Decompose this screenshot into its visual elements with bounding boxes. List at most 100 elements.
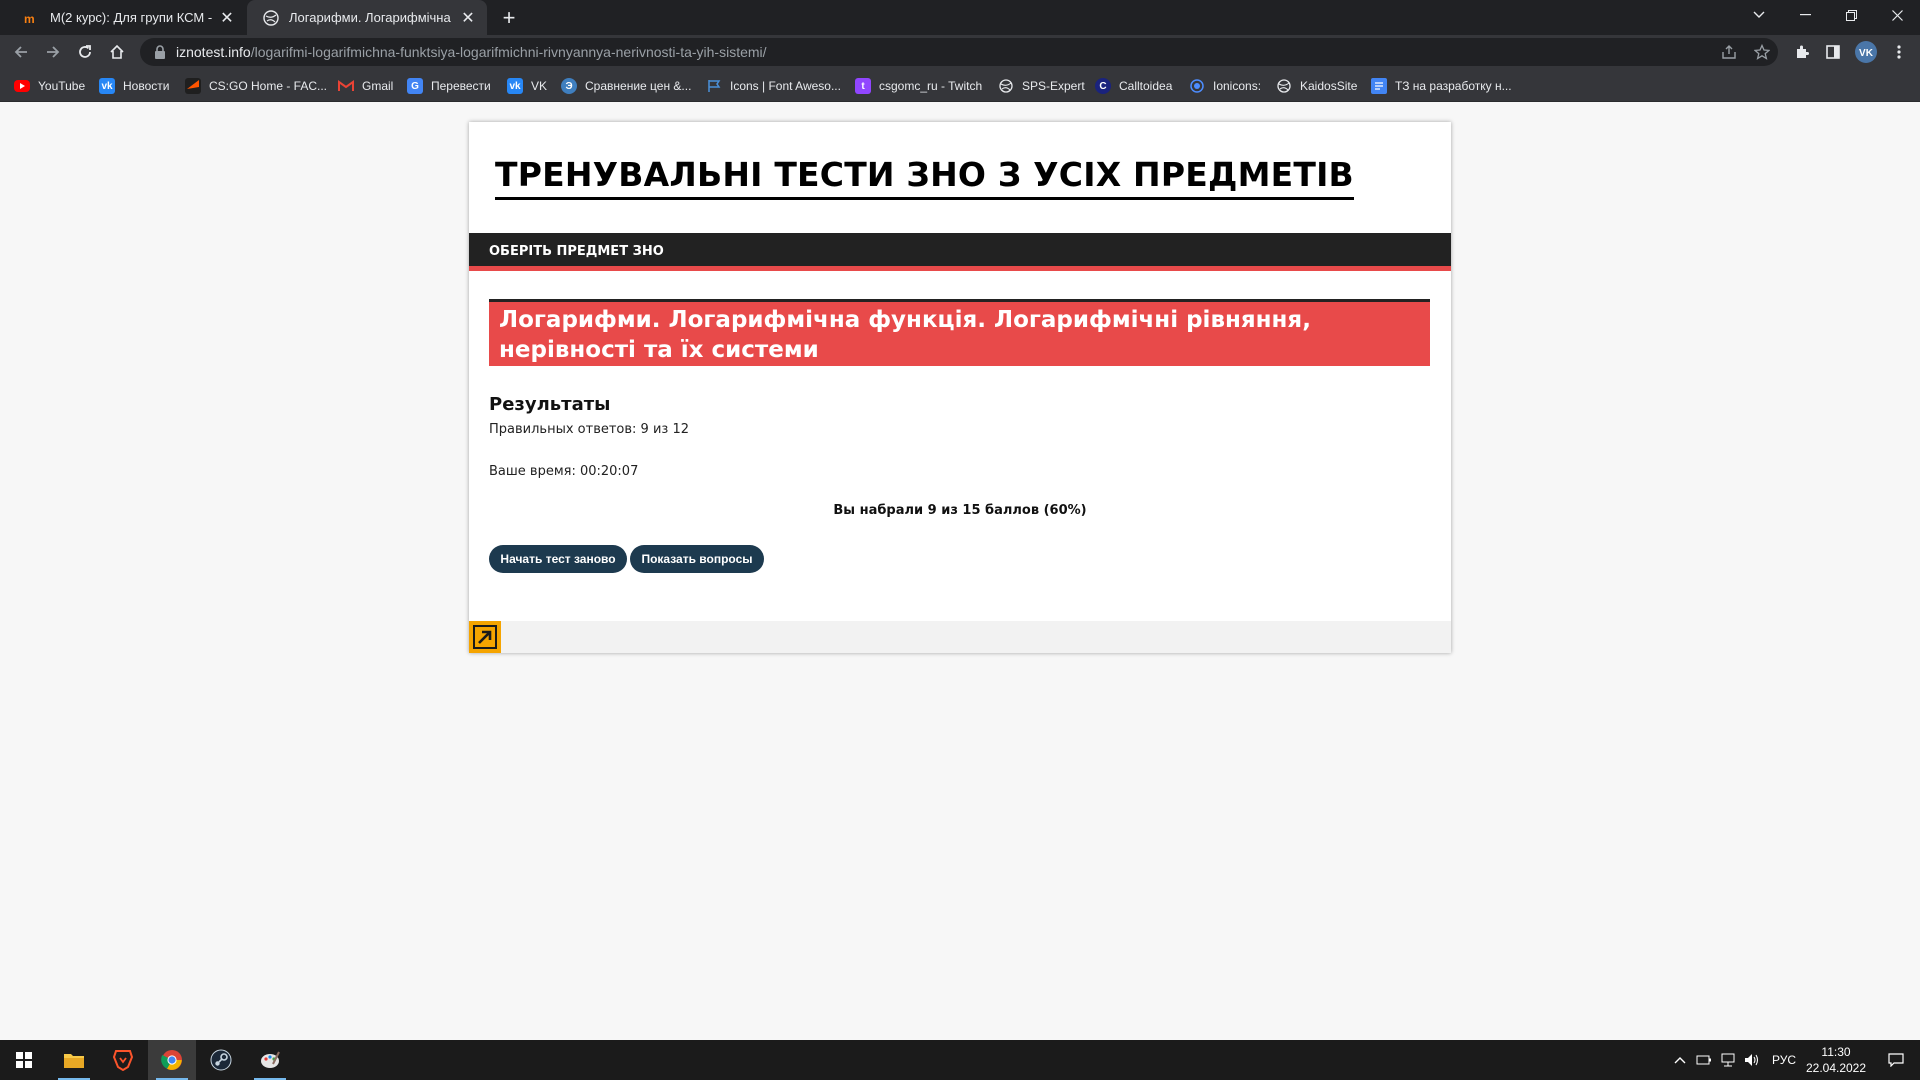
show-hidden-icons[interactable] [1668,1040,1692,1080]
close-icon[interactable]: ✕ [459,9,477,27]
show-questions-button[interactable]: Показать вопросы [630,545,764,573]
translate-icon: G [407,78,423,94]
globe-icon [263,9,279,26]
forward-button[interactable] [40,39,66,65]
bookmark-label: Новости [123,79,170,93]
brave-icon[interactable] [99,1040,147,1080]
close-icon[interactable]: ✕ [218,9,236,27]
reload-button[interactable] [72,39,98,65]
choose-subject-link[interactable]: ОБЕРІТЬ ПРЕДМЕТ ЗНО [489,244,664,259]
site-title[interactable]: ТРЕНУВАЛЬНІ ТЕСТИ ЗНО З УСІХ ПРЕДМЕТІВ [495,155,1354,200]
test-heading: Логарифми. Логарифмічна функція. Логариф… [489,299,1430,366]
menu-icon[interactable] [1886,39,1912,65]
docs-icon [1371,78,1387,94]
twitch-icon: t [855,78,871,94]
minimize-button[interactable] [1782,0,1828,30]
bookmark-fontawesome[interactable]: Icons | Font Aweso... [706,76,841,96]
bookmark-price-compare[interactable]: Э Сравнение цен &... [561,76,691,96]
bookmark-calltoidea[interactable]: C Calltoidea [1095,76,1172,96]
bookmark-tz-docs[interactable]: ТЗ на разработку н... [1371,76,1512,96]
bookmark-ionicons[interactable]: Ionicons: [1189,76,1261,96]
address-bar[interactable]: iznotest.info/logarifmi-logarifmichna-fu… [140,38,1778,66]
bookmark-label: SPS-Expert [1022,79,1085,93]
page-viewport: ТРЕНУВАЛЬНІ ТЕСТИ ЗНО З УСІХ ПРЕДМЕТІВ О… [0,102,1920,1040]
vk-extension-icon[interactable]: VK [1853,39,1879,65]
tab-search-icon[interactable] [1736,0,1782,30]
ionicons-icon [1189,78,1205,94]
url-path: /logarifmi-logarifmichna-funktsiya-logar… [250,44,767,60]
bookmark-translate[interactable]: G Перевести [407,76,491,96]
moodle-icon: m [24,10,40,26]
network-icon[interactable] [1718,1040,1738,1080]
expand-arrow-icon[interactable] [469,621,501,653]
bookmark-label: VK [531,79,548,93]
bookmark-label: ТЗ на разработку н... [1395,79,1512,93]
bookmark-twitch[interactable]: t csgomc_ru - Twitch [855,76,982,96]
bookmark-label: Ionicons: [1213,79,1262,93]
bookmark-label: csgomc_ru - Twitch [879,79,983,93]
bookmark-gmail[interactable]: Gmail [338,76,393,96]
tab-title: Логарифми. Логарифмічна фун [289,10,453,25]
price-icon: Э [561,78,577,94]
bookmark-sps-expert[interactable]: SPS-Expert [998,76,1085,96]
score-summary: Вы набрали 9 из 15 баллов (60%) [833,503,1087,518]
faceit-icon [185,78,201,94]
language-indicator[interactable]: РУС [1766,1040,1802,1080]
paint-icon[interactable] [246,1040,294,1080]
bookmark-youtube[interactable]: YouTube [14,76,85,96]
restart-test-button[interactable]: Начать тест заново [489,545,627,573]
clock-time: 11:30 [1821,1045,1851,1059]
windows-taskbar: РУС 11:30 22.04.2022 [0,1040,1920,1080]
lock-icon[interactable] [154,45,168,59]
bookmark-label: Gmail [362,79,394,93]
close-window-button[interactable] [1874,0,1920,30]
bookmark-label: Icons | Font Aweso... [730,79,841,93]
start-button[interactable] [0,1040,48,1080]
url-host: iznotest.info [176,44,251,60]
results-title: Результаты [489,394,611,415]
bookmark-faceit[interactable]: CS:GO Home - FAC... [185,76,327,96]
globe-icon [998,78,1014,94]
svg-text:VK: VK [1859,48,1874,59]
extensions-icon[interactable] [1789,39,1815,65]
globe-icon [1276,78,1292,94]
bookmark-star-icon[interactable] [1749,38,1775,66]
calltoidea-icon: C [1095,78,1111,94]
bookmark-label: Calltoidea [1119,79,1173,93]
bookmarks-bar: YouTube vk Новости CS:GO Home - FAC... G… [0,69,1920,102]
card-footer [469,621,1451,653]
svg-text:m: m [24,12,35,24]
bookmark-novosti[interactable]: vk Новости [99,76,169,96]
gmail-icon [338,78,354,94]
bookmark-label: KaidosSite [1300,79,1358,93]
volume-icon[interactable] [1742,1040,1762,1080]
notifications-icon[interactable] [1876,1040,1916,1080]
battery-icon[interactable] [1694,1040,1714,1080]
share-icon[interactable] [1716,38,1742,66]
elapsed-time: Ваше время: 00:20:07 [489,464,639,479]
bookmark-label: Перевести [431,79,491,93]
back-button[interactable] [8,39,34,65]
tab-moodle[interactable]: m M(2 курс): Для групи КСМ - 20 ✕ [8,0,246,35]
browser-toolbar: iznotest.info/logarifmi-logarifmichna-fu… [0,35,1920,69]
tab-strip: m M(2 курс): Для групи КСМ - 20 ✕ Логари… [0,0,1920,35]
new-tab-button[interactable]: + [496,5,522,31]
side-panel-icon[interactable] [1820,39,1846,65]
file-explorer-icon[interactable] [50,1040,98,1080]
tab-active[interactable]: Логарифми. Логарифмічна фун ✕ [247,0,487,35]
flag-icon [706,78,722,94]
clock[interactable]: 11:30 22.04.2022 [1806,1040,1866,1080]
bookmark-vk[interactable]: vk VK [507,76,547,96]
restore-button[interactable] [1828,0,1874,30]
clock-date: 22.04.2022 [1805,1061,1867,1075]
content-card: ТРЕНУВАЛЬНІ ТЕСТИ ЗНО З УСІХ ПРЕДМЕТІВ О… [469,122,1451,653]
bookmark-label: CS:GO Home - FAC... [209,79,328,93]
home-button[interactable] [104,39,130,65]
subject-nav: ОБЕРІТЬ ПРЕДМЕТ ЗНО [469,233,1451,271]
bookmark-label: Сравнение цен &... [585,79,692,93]
tab-title: M(2 курс): Для групи КСМ - 20 [50,10,212,25]
chrome-taskbar-icon[interactable] [148,1040,196,1080]
youtube-icon [14,80,30,92]
bookmark-kaidossite[interactable]: KaidosSite [1276,76,1357,96]
steam-icon[interactable] [197,1040,245,1080]
